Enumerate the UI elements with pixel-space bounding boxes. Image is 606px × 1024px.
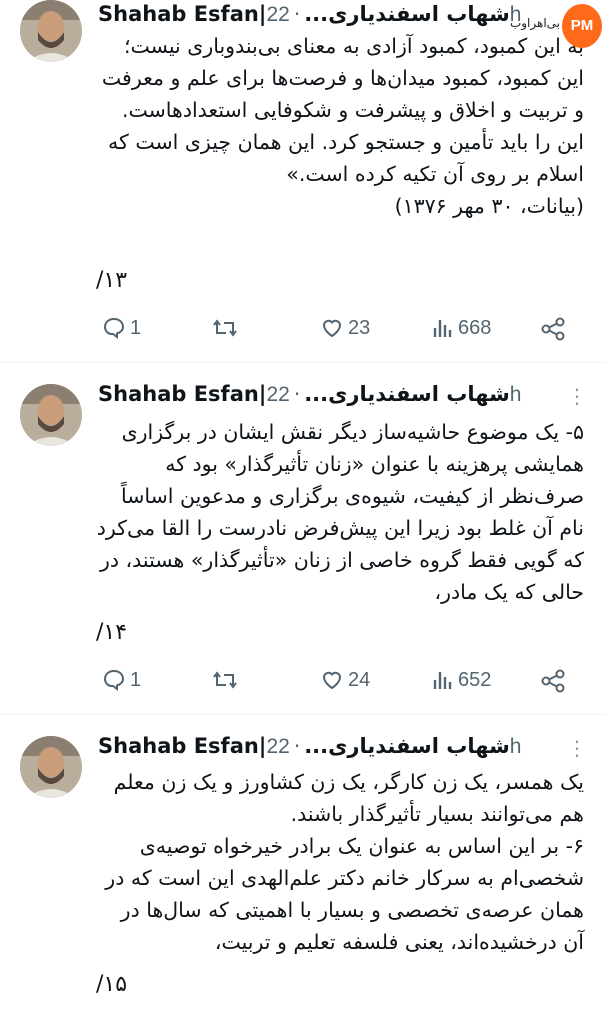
tweet-text-part2: ۶- بر این اساس به عنوان یک برادر خیرخواه… [105, 834, 584, 954]
author-name[interactable]: Shahab Esfan|شهاب اسفندیاری... [98, 382, 510, 406]
tweet-1[interactable]: Shahab Esfan|شهاب اسفندیاری...·22h به ای… [0, 0, 606, 360]
tweet-header: Shahab Esfan|شهاب اسفندیاری...·22h ⋮ [98, 734, 587, 764]
dot-separator: · [293, 734, 301, 758]
views-icon [433, 672, 452, 689]
reply-icon [103, 669, 125, 691]
views-icon [433, 320, 452, 337]
pm-badge-icon: PM [562, 4, 602, 48]
tweet-text-main: ۵- یک موضوع حاشیه‌ساز دیگر نقش ایشان در … [96, 420, 584, 604]
retweet-button[interactable] [212, 316, 238, 340]
pm-badge-label: PM [570, 17, 594, 34]
tweet-text: یک همسر، یک زن کارگر، یک زن کشاورز و یک … [96, 766, 584, 958]
view-count: 652 [458, 668, 492, 691]
share-icon [541, 317, 565, 341]
tweet-source: (بیانات، ۳۰ مهر ۱۳۷۶) [394, 194, 584, 218]
author-name[interactable]: Shahab Esfan|شهاب اسفندیاری... [98, 734, 510, 758]
share-icon [541, 669, 565, 693]
tweet-text: ۵- یک موضوع حاشیه‌ساز دیگر نقش ایشان در … [96, 416, 584, 608]
author-avatar[interactable] [20, 0, 82, 62]
reply-count: 1 [130, 316, 142, 339]
watermark-text: بی‌اهراوب [509, 16, 560, 30]
tweet-text: به این کمبود، کمبود آزادی به معنای بی‌بن… [96, 30, 584, 222]
retweet-icon [213, 319, 237, 337]
author-name[interactable]: Shahab Esfan|شهاب اسفندیاری... [98, 2, 510, 26]
reply-icon [103, 317, 125, 339]
reply-button[interactable]: 1 [102, 316, 141, 340]
reply-button[interactable]: 1 [102, 668, 141, 692]
like-count: 24 [348, 668, 371, 691]
heart-icon [322, 319, 342, 338]
heart-icon [322, 671, 342, 690]
view-count: 668 [458, 316, 492, 339]
divider [0, 714, 606, 715]
thread-number: /۱۵ [96, 972, 128, 997]
like-button[interactable]: 24 [320, 668, 370, 692]
author-avatar[interactable] [20, 736, 82, 798]
more-options-icon[interactable]: ⋮ [567, 736, 587, 760]
views-button[interactable]: 668 [432, 316, 491, 340]
like-count: 23 [348, 316, 371, 339]
thread-number: /۱۴ [96, 620, 128, 645]
share-button[interactable] [540, 668, 566, 694]
divider [0, 362, 606, 363]
tweet-text-part1: یک همسر، یک زن کارگر، یک زن کشاورز و یک … [113, 770, 584, 826]
tweet-3[interactable]: Shahab Esfan|شهاب اسفندیاری...·22h ⋮ یک … [0, 732, 606, 1024]
like-button[interactable]: 23 [320, 316, 370, 340]
dot-separator: · [293, 382, 301, 406]
thread-number: /۱۳ [96, 268, 128, 293]
views-button[interactable]: 652 [432, 668, 491, 692]
dot-separator: · [293, 2, 301, 26]
tweet-text-main: به این کمبود، کمبود آزادی به معنای بی‌بن… [101, 34, 584, 186]
more-options-icon[interactable]: ⋮ [567, 384, 587, 408]
action-bar: 1 23 668 [98, 316, 576, 350]
watermark-logo: بی‌اهراوب PM [510, 0, 606, 70]
author-avatar[interactable] [20, 384, 82, 446]
retweet-icon [213, 671, 237, 689]
retweet-button[interactable] [212, 668, 238, 692]
tweet-header: Shahab Esfan|شهاب اسفندیاری...·22h ⋮ [98, 382, 587, 412]
reply-count: 1 [130, 668, 142, 691]
share-button[interactable] [540, 316, 566, 342]
action-bar: 1 24 652 [98, 668, 576, 702]
tweet-2[interactable]: Shahab Esfan|شهاب اسفندیاری...·22h ⋮ ۵- … [0, 380, 606, 710]
